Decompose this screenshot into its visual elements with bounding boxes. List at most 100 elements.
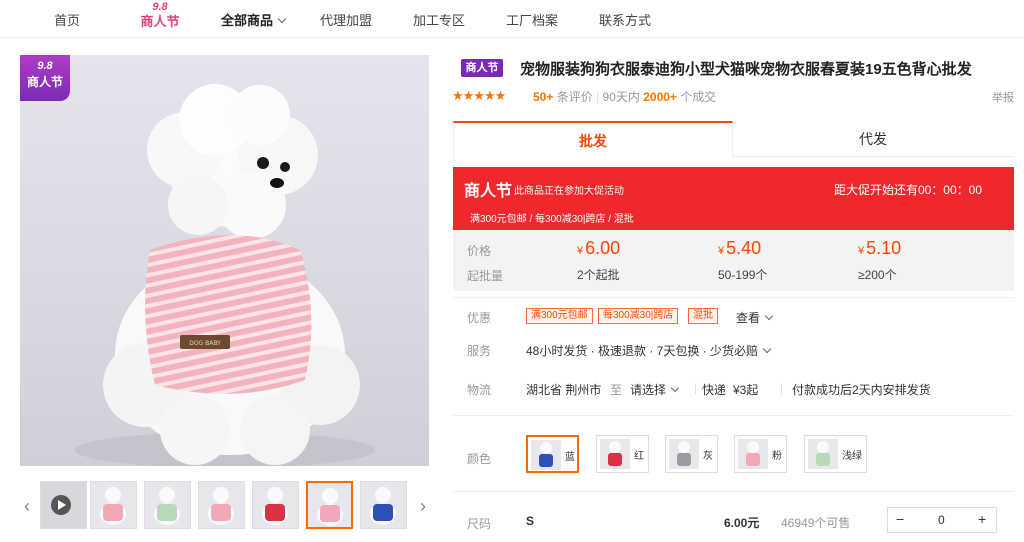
ship-fee: ¥3起 (733, 383, 759, 397)
product-thumbnail[interactable] (306, 481, 353, 529)
coupon-discount[interactable]: 每300减30|跨店 (598, 308, 679, 324)
price-value: 5.40 (726, 238, 762, 258)
sales-label: 个成交 (680, 90, 717, 104)
thumbnail-video[interactable] (40, 481, 87, 529)
color-label: 颜色 (467, 452, 492, 466)
divider (453, 491, 1014, 492)
tab-wholesale[interactable]: 批发 (453, 121, 733, 158)
size-value: S (526, 514, 535, 528)
thumbnail-strip: ‹ › (20, 478, 432, 534)
service-text[interactable]: 48小时发货 · 极速退款 · 7天包换 · 少货必赔 (526, 342, 772, 359)
main-product-image[interactable]: DOG BABY (20, 55, 429, 466)
size-label: 尺码 (467, 517, 492, 531)
report-link[interactable]: 举报 (992, 89, 1014, 105)
price-tier-2: ¥5.40 (718, 238, 761, 259)
chevron-down-icon (764, 311, 774, 321)
period-label: 90天内 (602, 90, 640, 104)
chevron-left-icon[interactable]: ‹ (20, 488, 34, 524)
promo-title: 商人节 (464, 183, 513, 200)
price-tier-1: ¥6.00 (577, 238, 620, 259)
minus-button[interactable]: − (896, 511, 904, 527)
coupon-mixed[interactable]: 混批 (688, 308, 718, 324)
gallery-badge-date: 9.8 (37, 60, 53, 72)
currency-symbol: ¥ (718, 245, 725, 257)
divider: | (694, 381, 698, 395)
product-thumbnail[interactable] (252, 481, 299, 529)
price-label: 价格 (467, 244, 492, 258)
promo-rules: 满300元包邮 / 每300减30|跨店 / 混批 (470, 214, 634, 225)
color-option[interactable]: 蓝 (526, 435, 579, 473)
ship-to-value: 请选择 (630, 383, 667, 397)
thumbnail-image (91, 482, 136, 528)
nav-all-products[interactable]: 全部商品 (221, 10, 287, 29)
quantity-input[interactable]: 0 (938, 513, 945, 527)
nav-contact[interactable]: 联系方式 (599, 10, 651, 29)
color-option[interactable]: 红 (596, 435, 649, 473)
purchase-tabs: 批发 代发 (453, 121, 1014, 158)
see-offers-button[interactable]: 查看 (736, 309, 774, 326)
nav-processing[interactable]: 加工专区 (413, 10, 465, 29)
size-price: 6.00元 (724, 516, 760, 530)
product-thumbnail[interactable] (198, 481, 245, 529)
festival-tag: 商人节 (461, 59, 503, 77)
color-option-label: 灰 (703, 451, 713, 462)
play-icon (41, 482, 86, 528)
color-option-label: 红 (634, 451, 644, 462)
ship-note: 付款成功后2天内安排发货 (792, 383, 931, 397)
qty-tier-2: 50-199个 (718, 268, 768, 282)
color-option[interactable]: 粉 (734, 435, 787, 473)
chevron-right-icon[interactable]: › (416, 488, 430, 524)
color-option[interactable]: 灰 (665, 435, 718, 473)
review-label: 条评价 (556, 90, 593, 104)
price-value: 5.10 (866, 238, 902, 258)
thumbnail-image (253, 482, 298, 528)
chevron-down-icon (670, 383, 680, 393)
review-count[interactable]: 50+ (533, 90, 553, 104)
nav-factory[interactable]: 工厂档案 (506, 10, 558, 29)
product-thumbnail[interactable] (360, 481, 407, 529)
size-stock: 46949个可售 (781, 516, 851, 530)
promo-desc: 此商品正在参加大促活动 (514, 186, 624, 197)
qty-label: 起批量 (467, 269, 504, 283)
plus-button[interactable]: + (978, 511, 986, 527)
price-table: 价格 起批量 ¥6.00 ¥5.40 ¥5.10 2个起批 50-199个 ≥2… (453, 230, 1014, 291)
rating-summary: 50+ 条评价 | 90天内 2000+ 个成交 (533, 88, 716, 105)
qty-tier-3: ≥200个 (858, 268, 897, 282)
sales-count: 2000+ (643, 90, 677, 104)
chevron-down-icon (277, 14, 287, 24)
color-swatch-image (531, 440, 561, 470)
color-option-label: 蓝 (565, 452, 575, 463)
ship-method: 快递 (702, 383, 727, 397)
color-swatch-image (600, 439, 630, 469)
divider (453, 415, 1014, 416)
merchant-festival-badge[interactable]: 9.8 商人节 (139, 2, 181, 34)
thumbnail-image (145, 482, 190, 528)
price-tier-3: ¥5.10 (858, 238, 901, 259)
ship-to-select[interactable]: 请选择 (630, 381, 680, 398)
shirt-tag-text: DOG BABY (189, 340, 221, 347)
badge-label: 商人节 (140, 14, 180, 29)
product-thumbnail[interactable] (144, 481, 191, 529)
service-value: 48小时发货 · 极速退款 · 7天包换 · 少货必赔 (526, 344, 759, 358)
color-option[interactable]: 浅绿 (804, 435, 867, 473)
service-label: 服务 (467, 344, 492, 358)
gallery-badge-label: 商人节 (26, 75, 63, 89)
badge-date: 9.8 (152, 1, 168, 13)
nav-home[interactable]: 首页 (54, 10, 80, 29)
promo-countdown: 距大促开始还有00：00：00 (833, 183, 982, 197)
top-nav: 首页 9.8 商人节 全部商品 代理加盟 加工专区 工厂档案 联系方式 (0, 0, 1024, 38)
nav-agent[interactable]: 代理加盟 (320, 10, 372, 29)
thumbnail-image (199, 482, 244, 528)
tab-dropship[interactable]: 代发 (733, 121, 1013, 157)
qty-tier-1: 2个起批 (577, 268, 620, 282)
promo-banner: 商人节 此商品正在参加大促活动 距大促开始还有00：00：00 满300元包邮 … (453, 167, 1014, 230)
coupon-free-shipping[interactable]: 满300元包邮 (526, 308, 593, 324)
thumbnail-image (361, 482, 406, 528)
divider: | (780, 381, 784, 395)
logistics-label: 物流 (467, 383, 492, 397)
price-value: 6.00 (585, 238, 621, 258)
color-option-label: 粉 (772, 451, 782, 462)
product-thumbnail[interactable] (90, 481, 137, 529)
nav-all-products-label: 全部商品 (221, 13, 274, 28)
color-option-label: 浅绿 (842, 451, 862, 462)
